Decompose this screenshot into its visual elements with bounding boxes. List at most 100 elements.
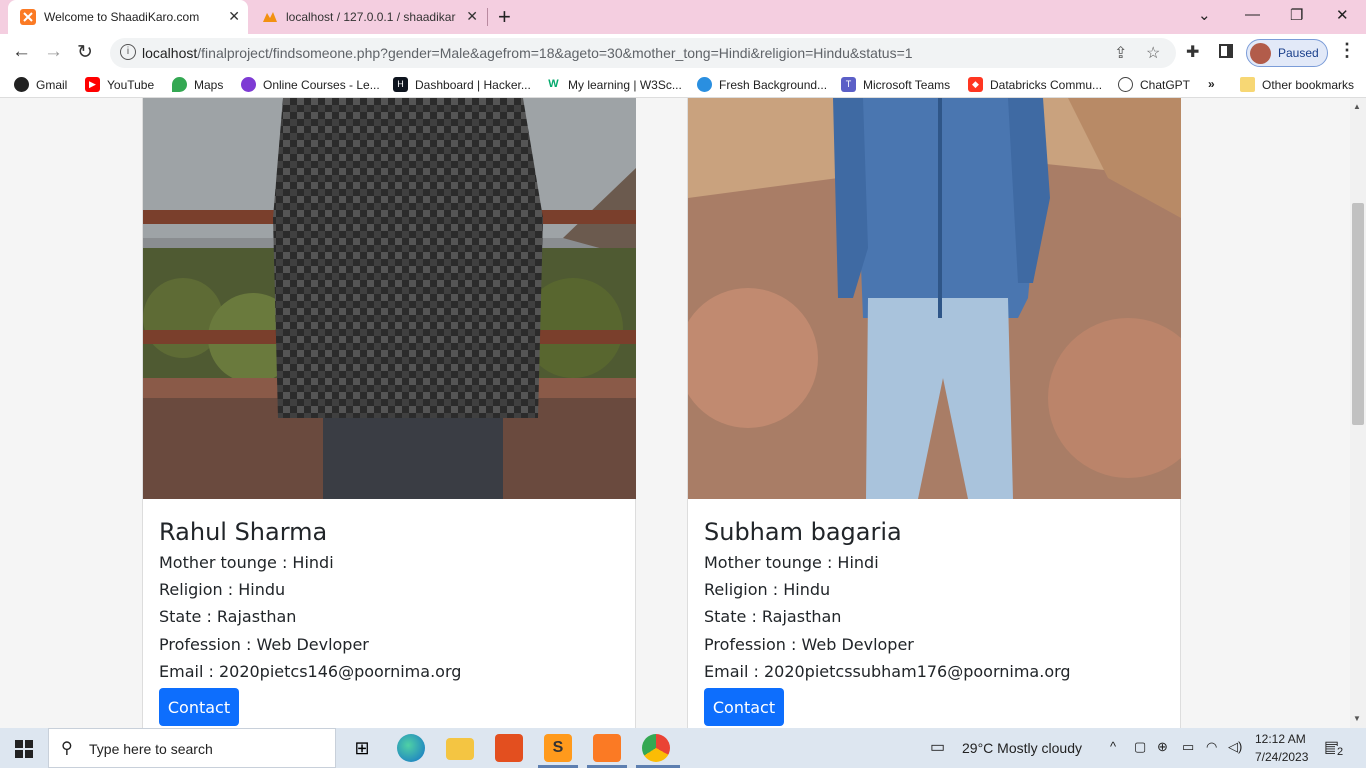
- notification-count: 2: [1335, 746, 1346, 758]
- taskbar-search-box[interactable]: ⚲ Type here to search: [48, 728, 336, 768]
- w3schools-icon: W: [546, 77, 561, 92]
- bookmark-chatgpt[interactable]: ChatGPT: [1118, 77, 1190, 92]
- tab-phpmyadmin[interactable]: localhost / 127.0.0.1 / shaadikaro ✕: [250, 0, 486, 34]
- profile-card: Subham bagaria Mother tounge : Hindi Rel…: [687, 98, 1181, 728]
- tab-separator: [487, 8, 488, 26]
- bookmark-microsoft-teams[interactable]: T Microsoft Teams: [841, 77, 950, 92]
- page-scrollbar[interactable]: ▲ ▼: [1350, 98, 1366, 728]
- courses-icon: [241, 77, 256, 92]
- profile-status: Paused: [1278, 46, 1319, 60]
- phpmyadmin-icon: [263, 12, 277, 22]
- bookmark-fresh-background[interactable]: Fresh Background...: [697, 77, 827, 92]
- back-arrow-icon[interactable]: ←: [12, 41, 31, 63]
- maps-pin-icon: [172, 77, 187, 92]
- task-view-icon[interactable]: ⊞: [348, 734, 376, 762]
- weather-text[interactable]: 29°C Mostly cloudy: [962, 740, 1082, 756]
- search-icon: ⚲: [61, 740, 73, 757]
- bookmarks-overflow-button[interactable]: »: [1208, 77, 1215, 91]
- bookmark-gmail[interactable]: Gmail: [14, 77, 67, 92]
- restore-button[interactable]: ❐: [1290, 6, 1303, 24]
- clock-date[interactable]: 7/24/2023: [1255, 750, 1308, 764]
- email: Email : 2020pietcs146@poornima.org: [159, 662, 462, 681]
- minimize-button[interactable]: —: [1245, 6, 1260, 23]
- clock-time[interactable]: 12:12 AM: [1255, 732, 1306, 746]
- profile-name: Subham bagaria: [704, 518, 902, 546]
- tab-title: Welcome to ShaadiKaro.com: [44, 10, 200, 24]
- sublime-text-icon[interactable]: S: [544, 734, 572, 762]
- bookmarks-bar: Gmail ▶ YouTube Maps Online Courses - Le.…: [0, 72, 1366, 98]
- xampp-icon: [20, 9, 36, 25]
- email: Email : 2020pietcssubham176@poornima.org: [704, 662, 1071, 681]
- hackerrank-icon: H: [393, 77, 408, 92]
- windows-start-icon[interactable]: [15, 740, 33, 758]
- mother-tongue: Mother tounge : Hindi: [159, 553, 334, 572]
- religion: Religion : Hindu: [159, 580, 286, 599]
- side-panel-icon[interactable]: [1219, 44, 1233, 58]
- folder-icon: [1240, 77, 1255, 92]
- more-menu-icon[interactable]: ⋮: [1338, 40, 1356, 61]
- state: State : Rajasthan: [159, 607, 297, 626]
- weather-icon[interactable]: ▭: [930, 737, 945, 757]
- mother-tongue: Mother tounge : Hindi: [704, 553, 879, 572]
- window-close-button[interactable]: ✕: [1336, 6, 1349, 24]
- office-icon[interactable]: [495, 734, 523, 762]
- state: State : Rajasthan: [704, 607, 842, 626]
- globe-icon: [14, 77, 29, 92]
- tab-search-icon[interactable]: ⌄: [1198, 6, 1211, 24]
- scroll-up-arrow-icon[interactable]: ▲: [1353, 102, 1361, 111]
- xampp-taskbar-icon[interactable]: [593, 734, 621, 762]
- bookmark-w3schools[interactable]: W My learning | W3Sc...: [546, 77, 682, 92]
- address-bar[interactable]: i localhost/finalproject/findsomeone.php…: [110, 38, 1176, 68]
- file-explorer-icon[interactable]: [446, 738, 474, 760]
- volume-icon[interactable]: ◁): [1228, 739, 1242, 755]
- other-bookmarks-folder[interactable]: Other bookmarks: [1240, 77, 1354, 92]
- youtube-icon: ▶: [85, 77, 100, 92]
- windows-taskbar: ⚲ Type here to search ⊞ S ▭ 29°C Mostly …: [0, 728, 1366, 768]
- tab-shaadikaro[interactable]: Welcome to ShaadiKaro.com ✕: [8, 0, 248, 34]
- profile-button[interactable]: Paused: [1246, 39, 1328, 67]
- reload-icon[interactable]: ↻: [77, 41, 93, 64]
- globe-blue-icon: [697, 77, 712, 92]
- contact-button[interactable]: Contact: [159, 688, 239, 726]
- close-tab-icon[interactable]: ✕: [466, 8, 478, 25]
- profile-photo: [688, 98, 1181, 499]
- share-icon[interactable]: ⇪: [1114, 43, 1127, 63]
- bookmark-youtube[interactable]: ▶ YouTube: [85, 77, 154, 92]
- show-hidden-icons-icon[interactable]: ^: [1110, 739, 1116, 754]
- tab-title: localhost / 127.0.0.1 / shaadikaro: [286, 10, 456, 24]
- tab-strip: Welcome to ShaadiKaro.com ✕ localhost / …: [0, 0, 1366, 34]
- scrollbar-thumb[interactable]: [1352, 203, 1364, 425]
- contact-button[interactable]: Contact: [704, 688, 784, 726]
- scroll-down-arrow-icon[interactable]: ▼: [1353, 714, 1361, 723]
- avatar: [1250, 43, 1271, 64]
- site-info-icon[interactable]: i: [120, 44, 136, 60]
- bookmark-online-courses[interactable]: Online Courses - Le...: [241, 77, 380, 92]
- meet-now-icon[interactable]: ▢: [1134, 739, 1146, 755]
- chrome-taskbar-icon[interactable]: [642, 734, 670, 762]
- extensions-puzzle-icon[interactable]: ✚: [1186, 42, 1199, 62]
- bookmark-star-icon[interactable]: ☆: [1146, 43, 1160, 63]
- page-content: Rahul Sharma Mother tounge : Hindi Relig…: [0, 98, 1350, 728]
- new-tab-button[interactable]: +: [498, 4, 511, 30]
- databricks-icon: ◆: [968, 77, 983, 92]
- browser-toolbar: ← → ↻ i localhost/finalproject/findsomeo…: [0, 34, 1366, 72]
- forward-arrow-icon[interactable]: →: [44, 41, 63, 63]
- bookmark-hackerrank[interactable]: H Dashboard | Hacker...: [393, 77, 531, 92]
- battery-icon[interactable]: ▭: [1182, 739, 1194, 755]
- profession: Profession : Web Devloper: [704, 635, 914, 654]
- profile-photo: [143, 98, 636, 499]
- chatgpt-icon: [1118, 77, 1133, 92]
- profile-card: Rahul Sharma Mother tounge : Hindi Relig…: [142, 98, 636, 728]
- edge-browser-icon[interactable]: [397, 734, 425, 762]
- profession: Profession : Web Devloper: [159, 635, 369, 654]
- wifi-icon[interactable]: ◠: [1206, 739, 1217, 755]
- profile-name: Rahul Sharma: [159, 518, 328, 546]
- bookmark-databricks[interactable]: ◆ Databricks Commu...: [968, 77, 1102, 92]
- search-placeholder: Type here to search: [89, 741, 213, 757]
- network-sync-icon[interactable]: ⊕: [1157, 739, 1168, 755]
- url-text[interactable]: localhost/finalproject/findsomeone.php?g…: [142, 45, 913, 61]
- religion: Religion : Hindu: [704, 580, 831, 599]
- close-tab-icon[interactable]: ✕: [228, 8, 240, 25]
- teams-icon: T: [841, 77, 856, 92]
- bookmark-maps[interactable]: Maps: [172, 77, 223, 92]
